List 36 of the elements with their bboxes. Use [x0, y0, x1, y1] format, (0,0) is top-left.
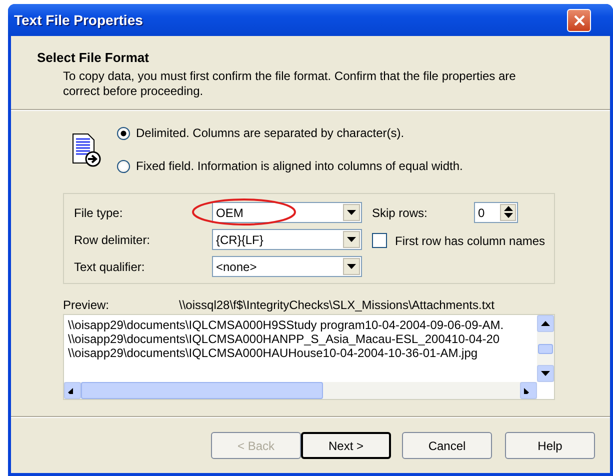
radio-option[interactable]: Delimited. Columns are separated by character(s). — [117, 126, 463, 140]
down-arrow-icon — [504, 213, 512, 220]
scroll-thumb[interactable] — [81, 382, 323, 399]
preview-line: \\oisapp29\documents\IQLCMSA000HAUHouse10-04-2004-10-36-01-AM.jpg — [68, 346, 479, 360]
checkbox-option[interactable]: First row has column names — [372, 233, 546, 248]
up-arrow-icon — [504, 206, 512, 212]
vertical-scrollbar[interactable] — [537, 315, 554, 382]
dropdown[interactable]: {CR}{LF} — [212, 229, 362, 250]
scroll-thumb[interactable] — [538, 344, 553, 354]
field-label: Row delimiter: — [74, 232, 152, 246]
dialog-button[interactable]: Help — [505, 432, 595, 459]
horizontal-scrollbar[interactable] — [64, 382, 537, 399]
skip-rows-label: Skip rows: — [372, 206, 428, 220]
document-icon — [71, 132, 101, 166]
section-title: Select File Format — [37, 50, 150, 65]
up-arrow-icon — [541, 320, 550, 326]
close-button[interactable] — [567, 8, 591, 32]
field-label: Text qualifier: — [74, 260, 146, 274]
down-arrow-icon — [541, 370, 550, 376]
preview-label: Preview: — [63, 298, 110, 312]
description-text: To copy data, you must first confirm the file format. Confirm that the file properties are correct before proceeding. — [62, 69, 517, 99]
dropdown-arrow-icon — [347, 210, 356, 216]
dialog-button[interactable]: Cancel — [402, 432, 492, 459]
spin-box[interactable]: 0 — [474, 202, 518, 223]
dialog-button[interactable]: Next > — [301, 432, 391, 459]
window-title: Text File Properties — [14, 12, 143, 28]
file-path: \\oissql28\f$\IntegrityChecks\SLX_Missions\Attachments.txt — [179, 298, 494, 312]
radio-option[interactable]: Fixed field. Information is aligned into columns of equal width. — [117, 159, 463, 173]
close-icon — [574, 14, 584, 26]
dropdown-arrow-icon — [347, 264, 356, 270]
dropdown-arrow-icon — [347, 236, 356, 242]
dropdown[interactable]: OEM — [212, 202, 362, 223]
field-label: File type: — [74, 206, 124, 220]
dropdown[interactable]: <none> — [212, 256, 362, 277]
preview-line: \\oisapp29\documents\IQLCMSA000H9SStudy program10-04-2004-09-06-09-AM. — [68, 318, 505, 332]
preview-line: \\oisapp29\documents\IQLCMSA000HANPP_S_Asia_Macau-ESL_200410-04-20 — [68, 332, 501, 346]
